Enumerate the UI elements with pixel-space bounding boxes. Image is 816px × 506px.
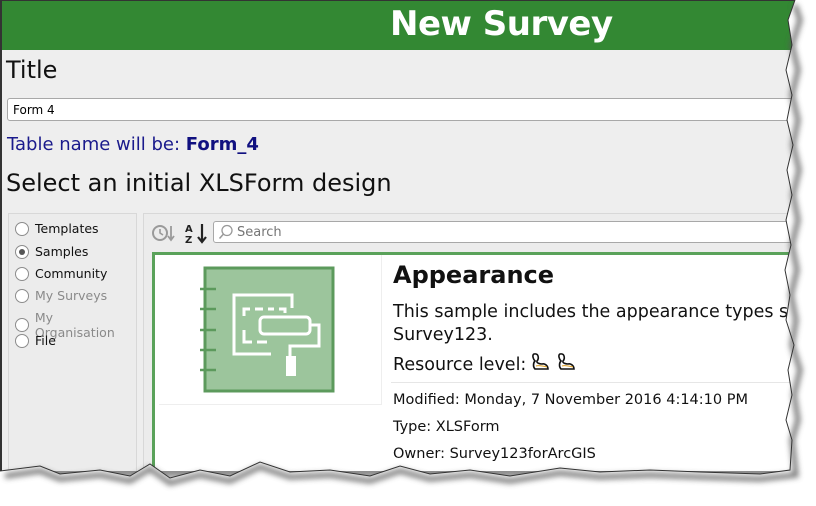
title-label: Title — [6, 56, 58, 84]
source-label: Samples — [35, 244, 89, 259]
page-title: New Survey — [390, 4, 613, 44]
svg-text:A: A — [185, 224, 193, 235]
source-my-surveys: My Surveys — [15, 288, 107, 303]
source-community[interactable]: Community — [15, 266, 107, 281]
search-box[interactable] — [213, 221, 797, 243]
radio-my-surveys — [15, 288, 29, 303]
search-icon — [218, 224, 234, 240]
sample-card[interactable]: Appearance This sample includes the appe… — [152, 252, 797, 471]
clock-sort-icon[interactable] — [152, 223, 176, 243]
notebook-paint-roller-icon — [200, 266, 335, 393]
sample-gallery: A Z Search Appearance This sample includ… — [143, 213, 797, 471]
search-input[interactable] — [234, 224, 797, 240]
design-section-label: Select an initial XLSForm design — [6, 169, 392, 197]
meta-divider — [391, 382, 791, 383]
table-name-prefix: Table name will be: — [7, 134, 186, 155]
description-line: Survey123. — [393, 325, 493, 345]
source-label: Templates — [35, 221, 99, 236]
source-label: File — [35, 333, 56, 348]
radio-community[interactable] — [15, 266, 29, 281]
resource-level-icons — [526, 351, 578, 378]
new-survey-window: New Survey Title Table name will be: For… — [0, 0, 797, 471]
source-samples[interactable]: Samples — [15, 244, 88, 259]
radio-templates[interactable] — [15, 221, 29, 236]
sample-title: Appearance — [393, 261, 555, 289]
table-name-value: Form_4 — [185, 134, 259, 155]
radio-my-organisation — [15, 318, 29, 332]
sample-type: Type: XLSForm — [393, 419, 500, 435]
sample-description: This sample includes the appearance type… — [393, 301, 788, 347]
source-label: My Surveys — [35, 288, 108, 303]
sample-thumbnail — [159, 255, 382, 405]
resource-level-icon — [558, 353, 576, 370]
az-sort-icon[interactable]: A Z — [184, 221, 210, 246]
source-label: Community — [35, 266, 108, 281]
sample-owner: Owner: Survey123forArcGIS — [393, 446, 596, 462]
source-templates[interactable]: Templates — [15, 221, 99, 236]
resource-level: Resource level: — [393, 351, 578, 378]
radio-file[interactable] — [15, 333, 29, 348]
title-input[interactable] — [7, 98, 797, 121]
source-file[interactable]: File — [15, 333, 56, 348]
description-line: This sample includes the appearance type… — [393, 302, 789, 322]
header-bar: New Survey — [2, 1, 797, 50]
svg-text:Z: Z — [185, 235, 192, 245]
resource-level-icon — [532, 353, 550, 370]
table-name-hint: Table name will be: Form_4 — [7, 134, 259, 155]
source-panel: Templates Samples Community My Surveys M… — [8, 213, 137, 471]
sample-modified: Modified: Monday, 7 November 2016 4:14:1… — [393, 392, 748, 408]
resource-level-label: Resource level: — [393, 354, 527, 375]
radio-samples[interactable] — [15, 244, 29, 259]
